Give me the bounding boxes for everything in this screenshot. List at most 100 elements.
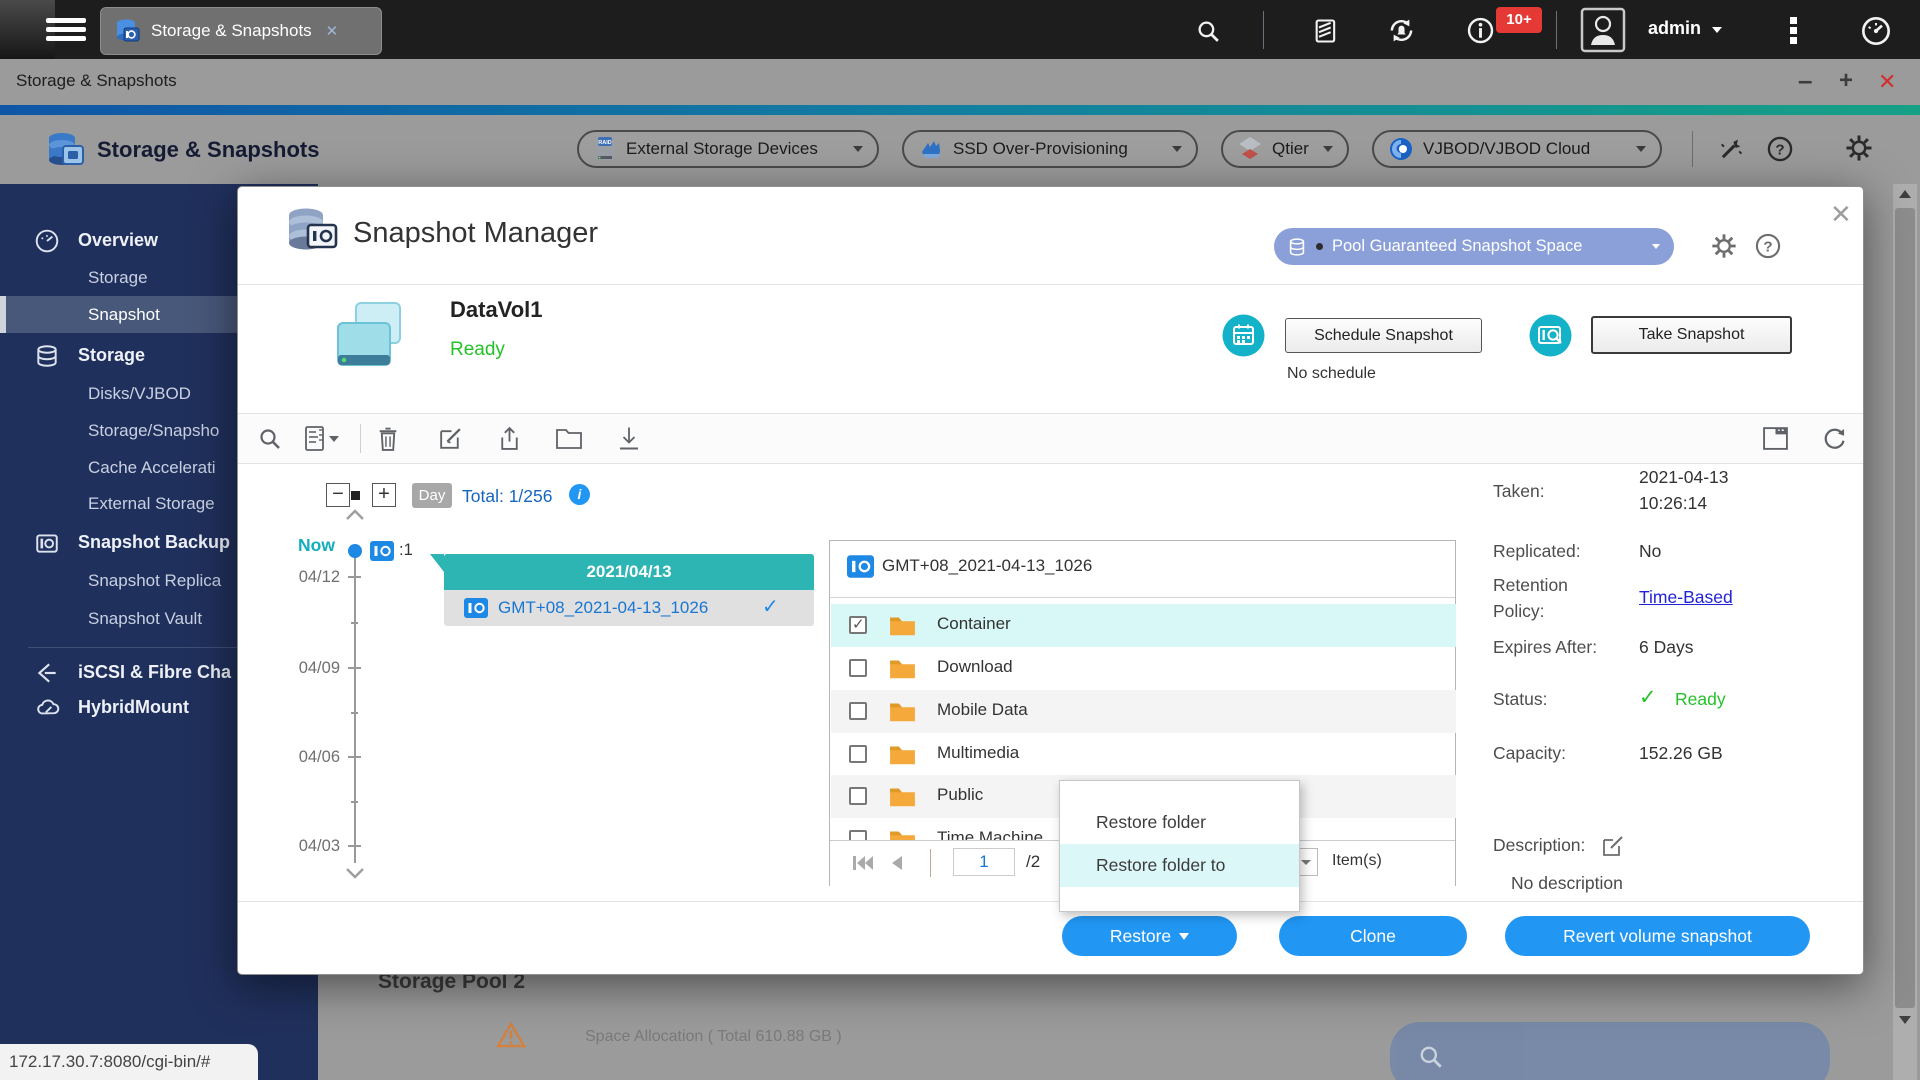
folder-checkbox[interactable] <box>849 787 867 805</box>
chevron-down-icon <box>1179 932 1190 940</box>
revert-volume-snapshot-button[interactable]: Revert volume snapshot <box>1505 916 1810 956</box>
help-icon[interactable]: ? <box>1766 135 1794 163</box>
folder-icon <box>889 700 916 722</box>
scrollbar-track[interactable] <box>1893 184 1917 1080</box>
take-snapshot-icon <box>1529 314 1572 357</box>
detail-value: 10:26:14 <box>1639 493 1708 513</box>
dialog-help-icon[interactable]: ? <box>1754 232 1782 260</box>
scrollbar-thumb[interactable] <box>1895 208 1915 1008</box>
firmware-sync-icon[interactable] <box>1387 16 1416 45</box>
notifications-icon[interactable] <box>1466 16 1495 45</box>
raid-drive-icon: RAID <box>593 135 617 163</box>
cloud-icon <box>34 695 60 721</box>
folder-row[interactable]: Download <box>831 647 1456 690</box>
timeline-date[interactable]: 04/12 <box>278 568 340 587</box>
background-tasks-icon[interactable] <box>1312 17 1340 45</box>
dialog-close-button[interactable]: ✕ <box>1830 199 1852 230</box>
restore-dropdown-menu: Restore folder Restore folder to <box>1059 780 1300 912</box>
timeline-date[interactable]: 04/06 <box>278 748 340 767</box>
search-icon[interactable] <box>258 427 282 451</box>
list-view-icon[interactable] <box>1762 426 1789 451</box>
schedule-icon <box>1222 314 1265 357</box>
chevron-down-icon <box>1301 859 1311 865</box>
folder-checkbox-checked[interactable] <box>849 615 867 634</box>
menu-label: VJBOD/VJBOD Cloud <box>1423 139 1591 158</box>
folder-checkbox[interactable] <box>849 745 867 763</box>
resource-monitor-icon[interactable] <box>1860 15 1892 47</box>
info-icon[interactable]: i <box>569 484 590 505</box>
first-page-icon[interactable] <box>852 854 874 872</box>
menu-item-restore-folder-to[interactable]: Restore folder to <box>1060 844 1299 887</box>
edit-icon[interactable] <box>437 425 464 452</box>
global-search-icon[interactable] <box>1196 19 1221 44</box>
scroll-down-icon[interactable] <box>1899 1016 1911 1024</box>
timeline-scroll-up-icon[interactable] <box>345 509 365 521</box>
folder-icon[interactable] <box>555 427 583 450</box>
search-icon <box>1418 1044 1444 1070</box>
description-value: No description <box>1511 873 1623 893</box>
svg-text:?: ? <box>1775 141 1784 158</box>
menu-qtier[interactable]: Qtier <box>1221 130 1349 168</box>
folder-checkbox[interactable] <box>849 830 867 840</box>
user-avatar[interactable] <box>1580 7 1626 53</box>
user-caret-icon <box>1712 27 1722 33</box>
folder-checkbox[interactable] <box>849 659 867 677</box>
snapshot-card-body[interactable]: GMT+08_2021-04-13_1026 ✓ <box>444 590 814 626</box>
timeline-zoom-out-button[interactable]: − <box>326 483 350 507</box>
window-titlebar: Storage & Snapshots – + ✕ <box>0 59 1920 105</box>
sort-list-icon[interactable] <box>304 425 340 452</box>
volume-icon <box>330 299 406 373</box>
vjbod-cloud-icon <box>1388 136 1414 162</box>
folder-row[interactable]: Container <box>831 604 1456 647</box>
download-icon[interactable] <box>616 425 642 452</box>
snapshot-manager-icon <box>284 205 340 257</box>
tab-close-icon[interactable]: ✕ <box>326 22 339 40</box>
page-number-input[interactable] <box>953 848 1015 876</box>
timeline-zoom-level-marker <box>351 491 360 500</box>
scroll-up-icon[interactable] <box>1899 190 1911 198</box>
prev-page-icon[interactable] <box>890 854 904 872</box>
folder-checkbox[interactable] <box>849 702 867 720</box>
detail-label: Description: <box>1493 835 1586 855</box>
clone-button[interactable]: Clone <box>1279 916 1467 956</box>
timeline-date[interactable]: 04/03 <box>278 837 340 856</box>
snapshot-settings-icon[interactable] <box>1710 232 1738 260</box>
timeline-date[interactable]: 04/09 <box>278 659 340 678</box>
edit-description-icon[interactable] <box>1600 833 1626 859</box>
delete-icon[interactable] <box>375 425 401 452</box>
app-tab[interactable]: Storage & Snapshots ✕ <box>100 7 382 55</box>
dimmed-background-button <box>1390 1022 1830 1080</box>
folder-icon <box>889 657 916 679</box>
folder-row[interactable]: Multimedia <box>831 733 1456 776</box>
folder-panel-title: GMT+08_2021-04-13_1026 <box>882 556 1093 575</box>
settings-gear-icon[interactable] <box>1844 133 1874 163</box>
user-menu[interactable]: admin <box>1648 18 1701 39</box>
menu-item-restore-folder[interactable]: Restore folder <box>1060 801 1299 844</box>
status-check-icon: ✓ <box>1639 686 1657 709</box>
close-window-button[interactable]: ✕ <box>1878 69 1896 95</box>
more-options-icon[interactable] <box>1790 17 1797 44</box>
minimize-button[interactable]: – <box>1798 65 1812 96</box>
detail-value: No <box>1639 541 1662 561</box>
snapshot-card[interactable]: 2021/04/13 GMT+08_2021-04-13_1026 ✓ <box>430 554 814 626</box>
maximize-button[interactable]: + <box>1839 67 1853 95</box>
menu-vjbod[interactable]: VJBOD/VJBOD Cloud <box>1372 130 1662 168</box>
tools-icon[interactable] <box>1717 135 1745 163</box>
menu-ssd-over-provisioning[interactable]: SSD Over-Provisioning <box>902 130 1198 168</box>
folder-row[interactable]: Mobile Data <box>831 690 1456 733</box>
snapshot-icon <box>847 555 874 578</box>
restore-button[interactable]: Restore <box>1062 916 1237 956</box>
chevron-down-icon <box>853 146 863 152</box>
upload-icon[interactable] <box>496 425 523 452</box>
retention-policy-link[interactable]: Time-Based <box>1639 587 1733 608</box>
status-dot <box>1316 243 1323 250</box>
menu-external-storage-devices[interactable]: RAID External Storage Devices <box>577 130 879 168</box>
timeline-zoom-in-button[interactable]: + <box>372 483 396 507</box>
take-snapshot-button[interactable]: Take Snapshot <box>1591 316 1792 354</box>
main-menu-button[interactable] <box>46 18 86 42</box>
refresh-icon[interactable] <box>1821 425 1848 452</box>
qtier-icon <box>1237 135 1263 163</box>
pool-selector-button[interactable]: Pool Guaranteed Snapshot Space <box>1274 228 1674 265</box>
timeline-scroll-down-icon[interactable] <box>345 867 365 879</box>
schedule-snapshot-button[interactable]: Schedule Snapshot <box>1285 318 1482 353</box>
